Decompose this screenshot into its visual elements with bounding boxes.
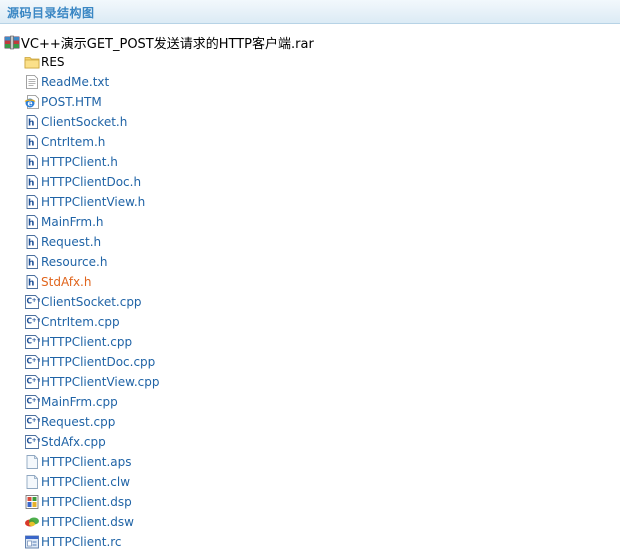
folder-icon: [24, 54, 40, 70]
tree-item[interactable]: C ++ ClientSocket.cpp: [24, 292, 614, 312]
svg-text:h: h: [28, 179, 34, 189]
svg-text:h: h: [28, 259, 34, 269]
tree-item[interactable]: C ++ HTTPClient.cpp: [24, 332, 614, 352]
dsp-file-icon: [24, 494, 40, 510]
tree-item[interactable]: h HTTPClient.h: [24, 152, 614, 172]
dsw-file-icon: [24, 514, 40, 530]
svg-text:h: h: [28, 159, 34, 169]
tree-item[interactable]: h ClientSocket.h: [24, 112, 614, 132]
blank-file-icon: [24, 454, 40, 470]
text-file-icon: [24, 74, 40, 90]
h-file-icon: h: [24, 134, 40, 150]
svg-text:++: ++: [32, 357, 40, 364]
cpp-file-icon: C ++: [24, 434, 40, 450]
tree-item-label[interactable]: HTTPClientView.h: [41, 195, 145, 209]
tree-item-label[interactable]: HTTPClient.aps: [41, 455, 132, 469]
tree-item-label[interactable]: MainFrm.h: [41, 215, 104, 229]
rc-file-icon: [24, 534, 40, 550]
tree-item-label[interactable]: StdAfx.h: [41, 275, 91, 289]
tree-item[interactable]: HTTPClient.clw: [24, 472, 614, 492]
html-file-icon: e: [24, 94, 40, 110]
h-file-icon: h: [24, 114, 40, 130]
svg-text:++: ++: [32, 397, 40, 404]
rar-archive-icon: [4, 34, 20, 50]
tree-item-label[interactable]: CntrItem.h: [41, 135, 105, 149]
cpp-file-icon: C ++: [24, 374, 40, 390]
tree-item[interactable]: h Request.h: [24, 232, 614, 252]
svg-text:h: h: [28, 119, 34, 129]
tree-item[interactable]: h CntrItem.h: [24, 132, 614, 152]
svg-text:++: ++: [32, 377, 40, 384]
root-archive-label: VC++演示GET_POST发送请求的HTTP客户端.rar: [21, 36, 314, 52]
tree-item[interactable]: HTTPClient.rc: [24, 532, 614, 552]
cpp-file-icon: C ++: [24, 414, 40, 430]
tree-item-label[interactable]: MainFrm.cpp: [41, 395, 118, 409]
cpp-file-icon: C ++: [24, 334, 40, 350]
tree-item[interactable]: h HTTPClientView.h: [24, 192, 614, 212]
tree-item[interactable]: h StdAfx.h: [24, 272, 614, 292]
tree-item-label[interactable]: HTTPClient.dsp: [41, 495, 132, 509]
tree-item-label[interactable]: StdAfx.cpp: [41, 435, 106, 449]
tree-item-label[interactable]: ClientSocket.cpp: [41, 295, 142, 309]
tree-item[interactable]: C ++ HTTPClientDoc.cpp: [24, 352, 614, 372]
source-tree-header: 源码目录结构图: [0, 0, 620, 24]
h-file-icon: h: [24, 154, 40, 170]
tree-item[interactable]: ReadMe.txt: [24, 72, 614, 92]
tree-item[interactable]: h MainFrm.h: [24, 212, 614, 232]
tree-item[interactable]: h Resource.h: [24, 252, 614, 272]
tree-item[interactable]: C ++ MainFrm.cpp: [24, 392, 614, 412]
svg-text:h: h: [28, 219, 34, 229]
tree-item-label[interactable]: HTTPClientView.cpp: [41, 375, 159, 389]
tree-item-label[interactable]: HTTPClient.clw: [41, 475, 130, 489]
tree-item[interactable]: RES: [24, 52, 614, 72]
tree-item-label[interactable]: Request.cpp: [41, 415, 115, 429]
tree-item[interactable]: e POST.HTM: [24, 92, 614, 112]
tree-item-label[interactable]: ClientSocket.h: [41, 115, 127, 129]
header-title: 源码目录结构图: [7, 6, 95, 20]
tree-item[interactable]: C ++ StdAfx.cpp: [24, 432, 614, 452]
tree-item-label[interactable]: HTTPClient.rc: [41, 535, 122, 549]
h-file-icon: h: [24, 274, 40, 290]
h-file-icon: h: [24, 254, 40, 270]
tree-item-label: RES: [41, 55, 65, 69]
tree-item-label[interactable]: HTTPClient.cpp: [41, 335, 132, 349]
svg-text:h: h: [28, 199, 34, 209]
cpp-file-icon: C ++: [24, 354, 40, 370]
root-archive[interactable]: VC++演示GET_POST发送请求的HTTP客户端.rar: [4, 33, 314, 52]
tree-item[interactable]: C ++ CntrItem.cpp: [24, 312, 614, 332]
svg-text:h: h: [28, 239, 34, 249]
tree-item-label[interactable]: HTTPClient.h: [41, 155, 118, 169]
h-file-icon: h: [24, 174, 40, 190]
blank-file-icon: [24, 474, 40, 490]
tree-item-label[interactable]: HTTPClientDoc.h: [41, 175, 141, 189]
cpp-file-icon: C ++: [24, 394, 40, 410]
tree-item[interactable]: C ++ HTTPClientView.cpp: [24, 372, 614, 392]
tree-item[interactable]: C ++ Request.cpp: [24, 412, 614, 432]
tree-item-label[interactable]: HTTPClient.dsw: [41, 515, 134, 529]
svg-text:++: ++: [32, 417, 40, 424]
cpp-file-icon: C ++: [24, 294, 40, 310]
tree-item-label[interactable]: ReadMe.txt: [41, 75, 109, 89]
svg-text:++: ++: [32, 437, 40, 444]
tree-item-label[interactable]: Request.h: [41, 235, 101, 249]
svg-text:++: ++: [32, 337, 40, 344]
h-file-icon: h: [24, 194, 40, 210]
tree-item[interactable]: HTTPClient.dsw: [24, 512, 614, 532]
tree-item-label[interactable]: HTTPClientDoc.cpp: [41, 355, 155, 369]
svg-text:h: h: [28, 139, 34, 149]
svg-text:++: ++: [32, 317, 40, 324]
tree-item[interactable]: h HTTPClientDoc.h: [24, 172, 614, 192]
h-file-icon: h: [24, 214, 40, 230]
tree-item[interactable]: HTTPClient.aps: [24, 452, 614, 472]
svg-text:++: ++: [32, 297, 40, 304]
h-file-icon: h: [24, 234, 40, 250]
tree-item[interactable]: HTTPClient.dsp: [24, 492, 614, 512]
tree-item-label[interactable]: POST.HTM: [41, 95, 102, 109]
svg-text:h: h: [28, 279, 34, 289]
cpp-file-icon: C ++: [24, 314, 40, 330]
tree-item-label[interactable]: Resource.h: [41, 255, 107, 269]
tree-item-label[interactable]: CntrItem.cpp: [41, 315, 120, 329]
file-tree: RES ReadMe.txt e POST.HTM h ClientSocket.h h Cn…: [24, 52, 614, 552]
